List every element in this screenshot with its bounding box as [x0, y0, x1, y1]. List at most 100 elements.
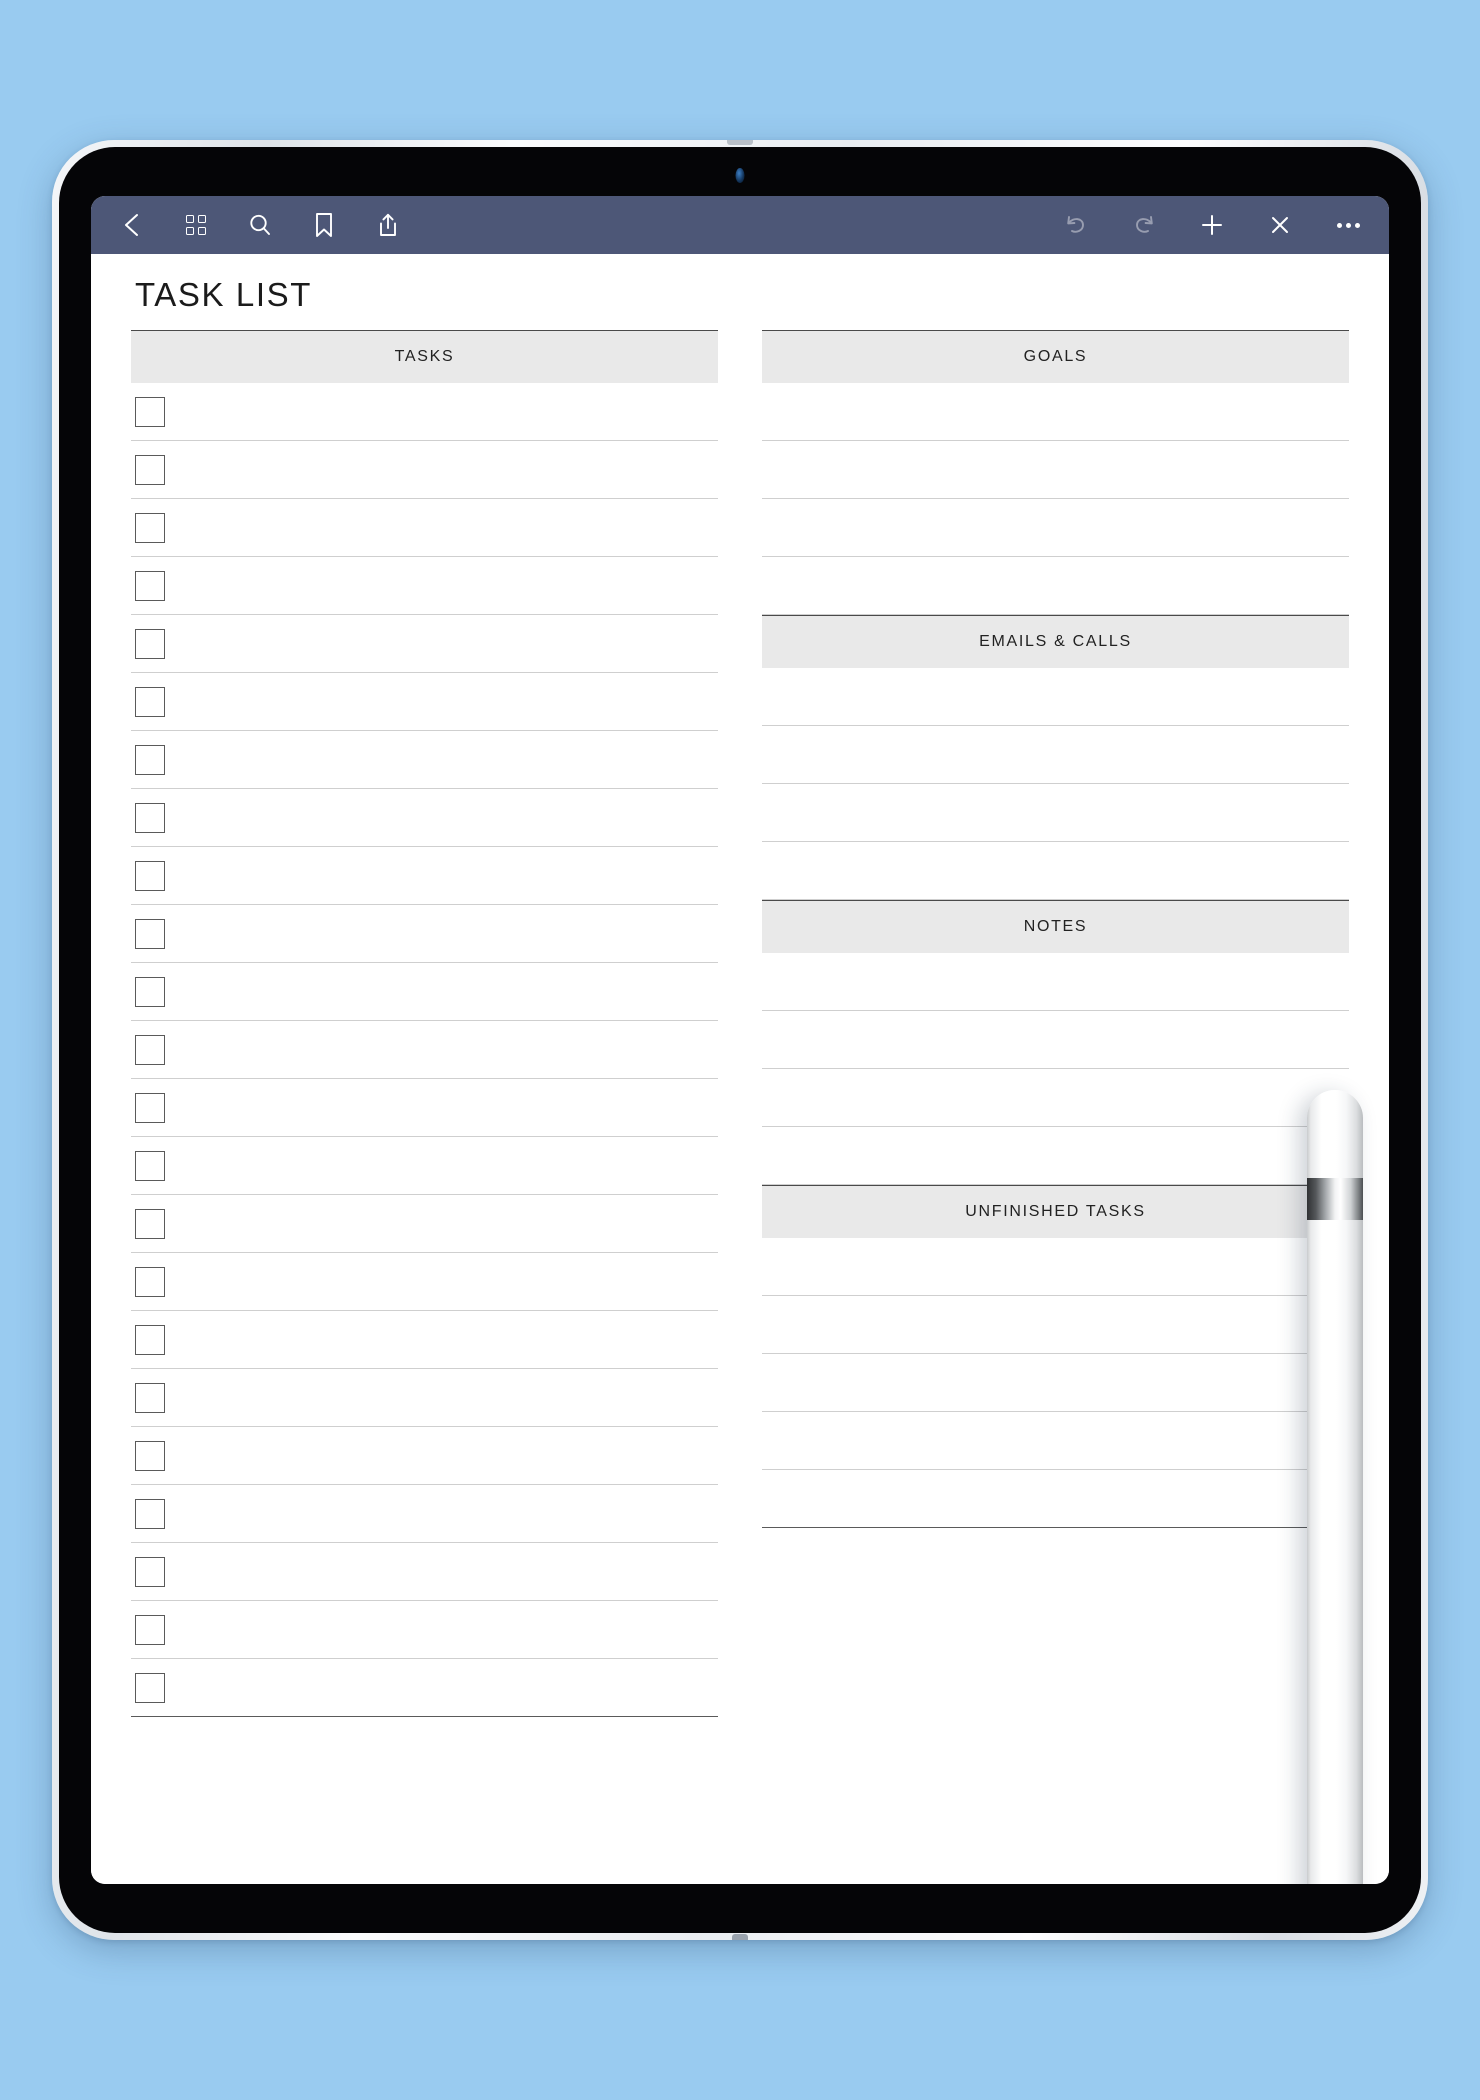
- task-row[interactable]: [131, 1253, 718, 1311]
- task-checkbox[interactable]: [135, 1092, 165, 1123]
- section-block: UNFINISHED TASKS: [762, 1185, 1349, 1528]
- search-icon: [248, 213, 272, 237]
- app-toolbar: [91, 196, 1389, 254]
- task-row[interactable]: [131, 731, 718, 789]
- section-header-notes: NOTES: [762, 900, 1349, 953]
- task-row[interactable]: [131, 1427, 718, 1485]
- task-row[interactable]: [131, 1659, 718, 1717]
- planner-columns: TASKS GOALS EMAILS & CALLS NOTES UNFINISHED…: [131, 330, 1349, 1717]
- writing-line[interactable]: [762, 953, 1349, 1011]
- task-checkbox[interactable]: [135, 1672, 165, 1703]
- task-checkbox[interactable]: [135, 976, 165, 1007]
- task-row[interactable]: [131, 905, 718, 963]
- task-row[interactable]: [131, 1021, 718, 1079]
- task-checkbox[interactable]: [135, 744, 165, 775]
- share-button[interactable]: [373, 210, 403, 240]
- bookmark-icon: [314, 212, 334, 238]
- task-checkbox[interactable]: [135, 686, 165, 717]
- antenna-strip-top: [727, 140, 753, 145]
- task-row[interactable]: [131, 557, 718, 615]
- writing-line[interactable]: [762, 842, 1349, 900]
- writing-line[interactable]: [762, 1069, 1349, 1127]
- writing-line[interactable]: [762, 1127, 1349, 1185]
- notes-column: GOALS EMAILS & CALLS NOTES UNFINISHED TASKS: [762, 330, 1349, 1717]
- task-row[interactable]: [131, 847, 718, 905]
- task-row[interactable]: [131, 789, 718, 847]
- page-thumbnails-button[interactable]: [181, 210, 211, 240]
- writing-line[interactable]: [762, 784, 1349, 842]
- grid-icon: [186, 215, 206, 235]
- task-checkbox[interactable]: [135, 628, 165, 659]
- task-checkbox[interactable]: [135, 512, 165, 543]
- redo-button[interactable]: [1129, 210, 1159, 240]
- task-checkbox[interactable]: [135, 1440, 165, 1471]
- writing-line[interactable]: [762, 668, 1349, 726]
- writing-line[interactable]: [762, 1354, 1349, 1412]
- task-row[interactable]: [131, 499, 718, 557]
- writing-line[interactable]: [762, 1296, 1349, 1354]
- writing-line[interactable]: [762, 1412, 1349, 1470]
- page-title: TASK LIST: [135, 276, 312, 313]
- planner-page: TASK LIST TASKS GOALS EMAILS & CALLS NOTES…: [91, 254, 1389, 1884]
- task-checkbox[interactable]: [135, 1208, 165, 1239]
- more-button[interactable]: [1333, 210, 1363, 240]
- section-block: NOTES: [762, 900, 1349, 1185]
- task-row[interactable]: [131, 441, 718, 499]
- task-row-list: [131, 383, 718, 1717]
- redo-icon: [1131, 213, 1157, 237]
- undo-button[interactable]: [1061, 210, 1091, 240]
- task-checkbox[interactable]: [135, 1556, 165, 1587]
- task-row[interactable]: [131, 1485, 718, 1543]
- task-checkbox[interactable]: [135, 860, 165, 891]
- writing-line[interactable]: [762, 1470, 1349, 1528]
- tablet-device: TASK LIST TASKS GOALS EMAILS & CALLS NOTES…: [52, 140, 1428, 1940]
- task-checkbox[interactable]: [135, 1614, 165, 1645]
- task-checkbox[interactable]: [135, 802, 165, 833]
- task-row[interactable]: [131, 963, 718, 1021]
- toolbar-right-group: [1061, 210, 1363, 240]
- writing-line[interactable]: [762, 499, 1349, 557]
- writing-line[interactable]: [762, 383, 1349, 441]
- task-checkbox[interactable]: [135, 1150, 165, 1181]
- more-icon: [1336, 222, 1360, 228]
- task-row[interactable]: [131, 673, 718, 731]
- search-button[interactable]: [245, 210, 275, 240]
- task-checkbox[interactable]: [135, 454, 165, 485]
- section-header-unfinished-tasks: UNFINISHED TASKS: [762, 1185, 1349, 1238]
- task-checkbox[interactable]: [135, 1266, 165, 1297]
- task-row[interactable]: [131, 1601, 718, 1659]
- task-checkbox[interactable]: [135, 570, 165, 601]
- task-row[interactable]: [131, 615, 718, 673]
- task-row[interactable]: [131, 383, 718, 441]
- right-section-list: GOALS EMAILS & CALLS NOTES UNFINISHED TASKS: [762, 330, 1349, 1528]
- writing-line[interactable]: [762, 726, 1349, 784]
- task-checkbox[interactable]: [135, 1382, 165, 1413]
- task-row[interactable]: [131, 1543, 718, 1601]
- bookmark-button[interactable]: [309, 210, 339, 240]
- writing-line[interactable]: [762, 441, 1349, 499]
- task-checkbox[interactable]: [135, 1034, 165, 1065]
- close-icon: [1268, 213, 1292, 237]
- front-camera-icon: [735, 168, 745, 183]
- back-icon: [121, 212, 143, 238]
- task-row[interactable]: [131, 1137, 718, 1195]
- task-checkbox[interactable]: [135, 918, 165, 949]
- section-block: EMAILS & CALLS: [762, 615, 1349, 900]
- task-row[interactable]: [131, 1311, 718, 1369]
- section-block: GOALS: [762, 330, 1349, 615]
- back-button[interactable]: [117, 210, 147, 240]
- task-checkbox[interactable]: [135, 1498, 165, 1529]
- writing-line[interactable]: [762, 557, 1349, 615]
- antenna-strip-bottom: [732, 1934, 748, 1940]
- task-checkbox[interactable]: [135, 1324, 165, 1355]
- writing-line[interactable]: [762, 1238, 1349, 1296]
- close-button[interactable]: [1265, 210, 1295, 240]
- task-row[interactable]: [131, 1195, 718, 1253]
- writing-line[interactable]: [762, 1011, 1349, 1069]
- task-row[interactable]: [131, 1079, 718, 1137]
- section-header-goals: GOALS: [762, 330, 1349, 383]
- add-icon: [1199, 212, 1225, 238]
- task-checkbox[interactable]: [135, 396, 165, 427]
- add-button[interactable]: [1197, 210, 1227, 240]
- task-row[interactable]: [131, 1369, 718, 1427]
